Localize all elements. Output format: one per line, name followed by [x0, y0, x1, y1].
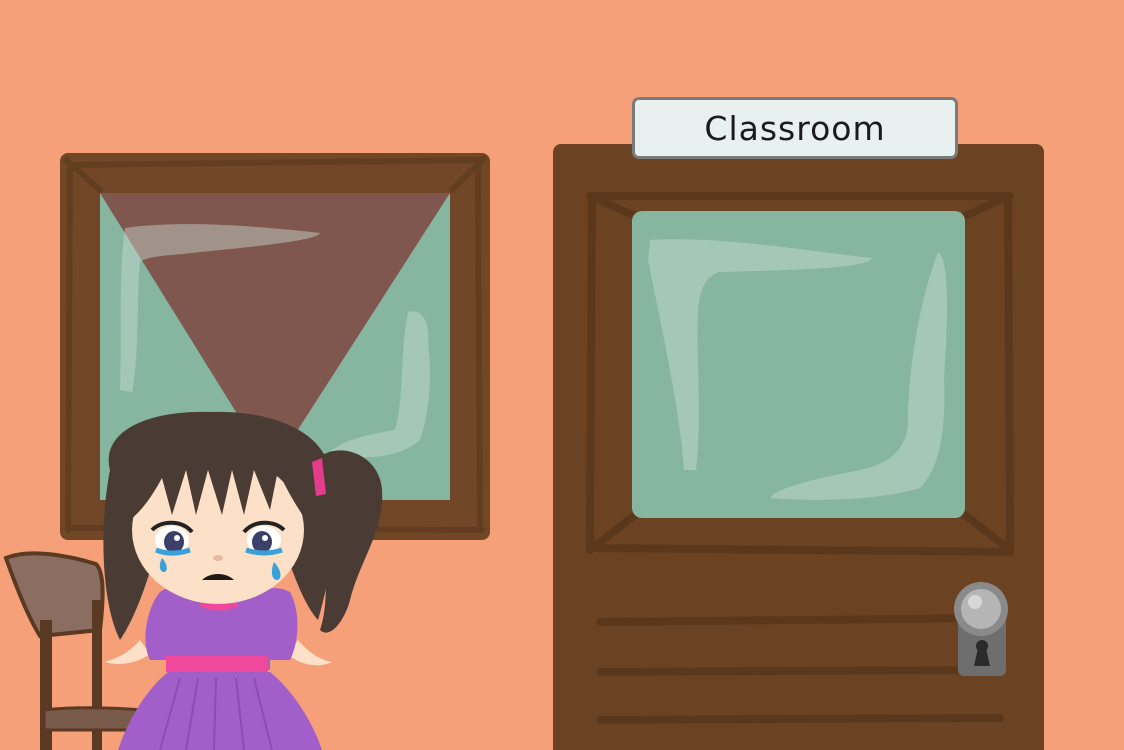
game-scene: Classroom [0, 0, 1124, 750]
classroom-sign[interactable]: Classroom [632, 97, 958, 159]
crying-girl-character[interactable] [103, 411, 383, 750]
